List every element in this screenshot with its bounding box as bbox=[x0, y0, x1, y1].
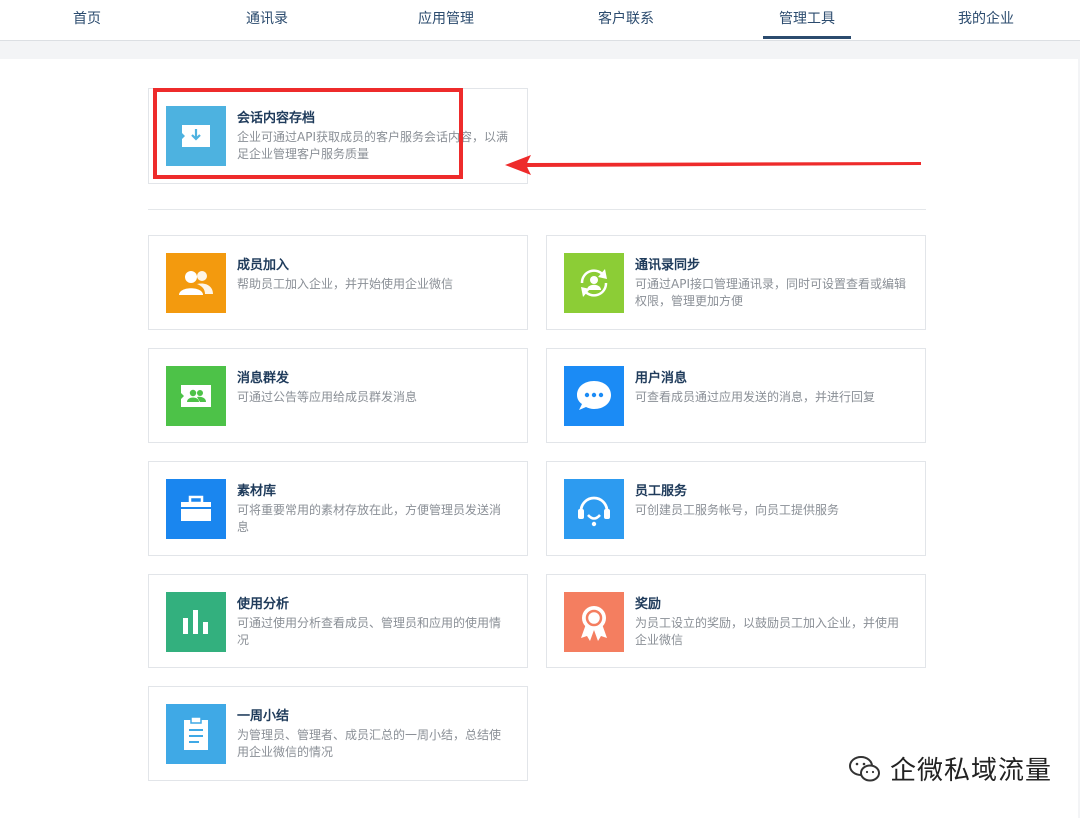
tab-my-enterprise[interactable]: 我的企业 bbox=[944, 0, 1028, 38]
tab-home[interactable]: 首页 bbox=[55, 0, 119, 38]
card-desc: 为管理员、管理者、成员汇总的一周小结，总结使用企业微信的情况 bbox=[237, 728, 502, 759]
card-member-join[interactable]: 成员加入 帮助员工加入企业，并开始使用企业微信 bbox=[148, 235, 528, 330]
wechat-icon bbox=[849, 755, 880, 781]
archive-download-icon bbox=[166, 106, 226, 166]
card-title: 用户消息 bbox=[635, 371, 688, 386]
members-icon bbox=[166, 253, 226, 313]
card-user-messages[interactable]: 用户消息 可查看成员通过应用发送的消息，并进行回复 bbox=[546, 348, 926, 443]
card-material-library[interactable]: 素材库 可将重要常用的素材存放在此，方便管理员发送消息 bbox=[148, 461, 528, 556]
red-arrow-icon bbox=[505, 155, 921, 175]
award-icon bbox=[564, 592, 624, 652]
card-employee-service[interactable]: 员工服务 可创建员工服务帐号，向员工提供服务 bbox=[546, 461, 926, 556]
card-title: 成员加入 bbox=[237, 258, 290, 273]
sync-icon bbox=[564, 253, 624, 313]
card-usage-analysis[interactable]: 使用分析 可通过使用分析查看成员、管理员和应用的使用情况 bbox=[148, 574, 528, 668]
clipboard-icon bbox=[166, 704, 226, 764]
chat-bubble-icon bbox=[564, 366, 624, 426]
card-title: 使用分析 bbox=[237, 597, 290, 612]
card-desc: 可查看成员通过应用发送的消息，并进行回复 bbox=[635, 390, 876, 404]
card-desc: 可通过公告等应用给成员群发消息 bbox=[237, 390, 418, 404]
card-broadcast[interactable]: 消息群发 可通过公告等应用给成员群发消息 bbox=[148, 348, 528, 443]
tab-app-management[interactable]: 应用管理 bbox=[404, 0, 488, 38]
card-desc: 为员工设立的奖励，以鼓励员工加入企业，并使用企业微信 bbox=[635, 616, 900, 647]
card-title: 一周小结 bbox=[237, 709, 290, 724]
card-title: 会话内容存档 bbox=[237, 111, 316, 126]
top-nav: 首页 通讯录 应用管理 客户联系 管理工具 我的企业 bbox=[0, 0, 1080, 41]
card-desc: 可通过API接口管理通讯录，同时可设置查看或编辑权限，管理更加方便 bbox=[635, 277, 906, 308]
card-title: 员工服务 bbox=[635, 484, 688, 499]
card-reward[interactable]: 奖励 为员工设立的奖励，以鼓励员工加入企业，并使用企业微信 bbox=[546, 574, 926, 668]
headset-icon bbox=[564, 479, 624, 539]
card-contacts-sync[interactable]: 通讯录同步 可通过API接口管理通讯录，同时可设置查看或编辑权限，管理更加方便 bbox=[546, 235, 926, 330]
tab-contacts[interactable]: 通讯录 bbox=[230, 0, 304, 38]
card-title: 通讯录同步 bbox=[635, 258, 701, 273]
broadcast-icon bbox=[166, 366, 226, 426]
briefcase-icon bbox=[166, 479, 226, 539]
card-desc: 企业可通过API获取成员的客户服务会话内容，以满足企业管理客户服务质量 bbox=[237, 130, 508, 161]
card-desc: 可创建员工服务帐号，向员工提供服务 bbox=[635, 503, 840, 517]
divider bbox=[148, 209, 926, 210]
card-weekly-summary[interactable]: 一周小结 为管理员、管理者、成员汇总的一周小结，总结使用企业微信的情况 bbox=[148, 686, 528, 781]
card-desc: 帮助员工加入企业，并开始使用企业微信 bbox=[237, 277, 454, 291]
tab-management-tools[interactable]: 管理工具 bbox=[763, 0, 851, 39]
card-title: 素材库 bbox=[237, 484, 277, 499]
card-title: 消息群发 bbox=[237, 371, 290, 386]
card-title: 奖励 bbox=[635, 597, 662, 612]
card-desc: 可通过使用分析查看成员、管理员和应用的使用情况 bbox=[237, 616, 502, 647]
bar-chart-icon bbox=[166, 592, 226, 652]
tab-customer-contact[interactable]: 客户联系 bbox=[584, 0, 668, 38]
brand-watermark: 企微私域流量 bbox=[848, 750, 1052, 787]
card-session-archive[interactable]: 会话内容存档 企业可通过API获取成员的客户服务会话内容，以满足企业管理客户服务… bbox=[148, 88, 528, 184]
card-desc: 可将重要常用的素材存放在此，方便管理员发送消息 bbox=[237, 503, 502, 534]
brand-text: 企微私域流量 bbox=[890, 756, 1053, 786]
